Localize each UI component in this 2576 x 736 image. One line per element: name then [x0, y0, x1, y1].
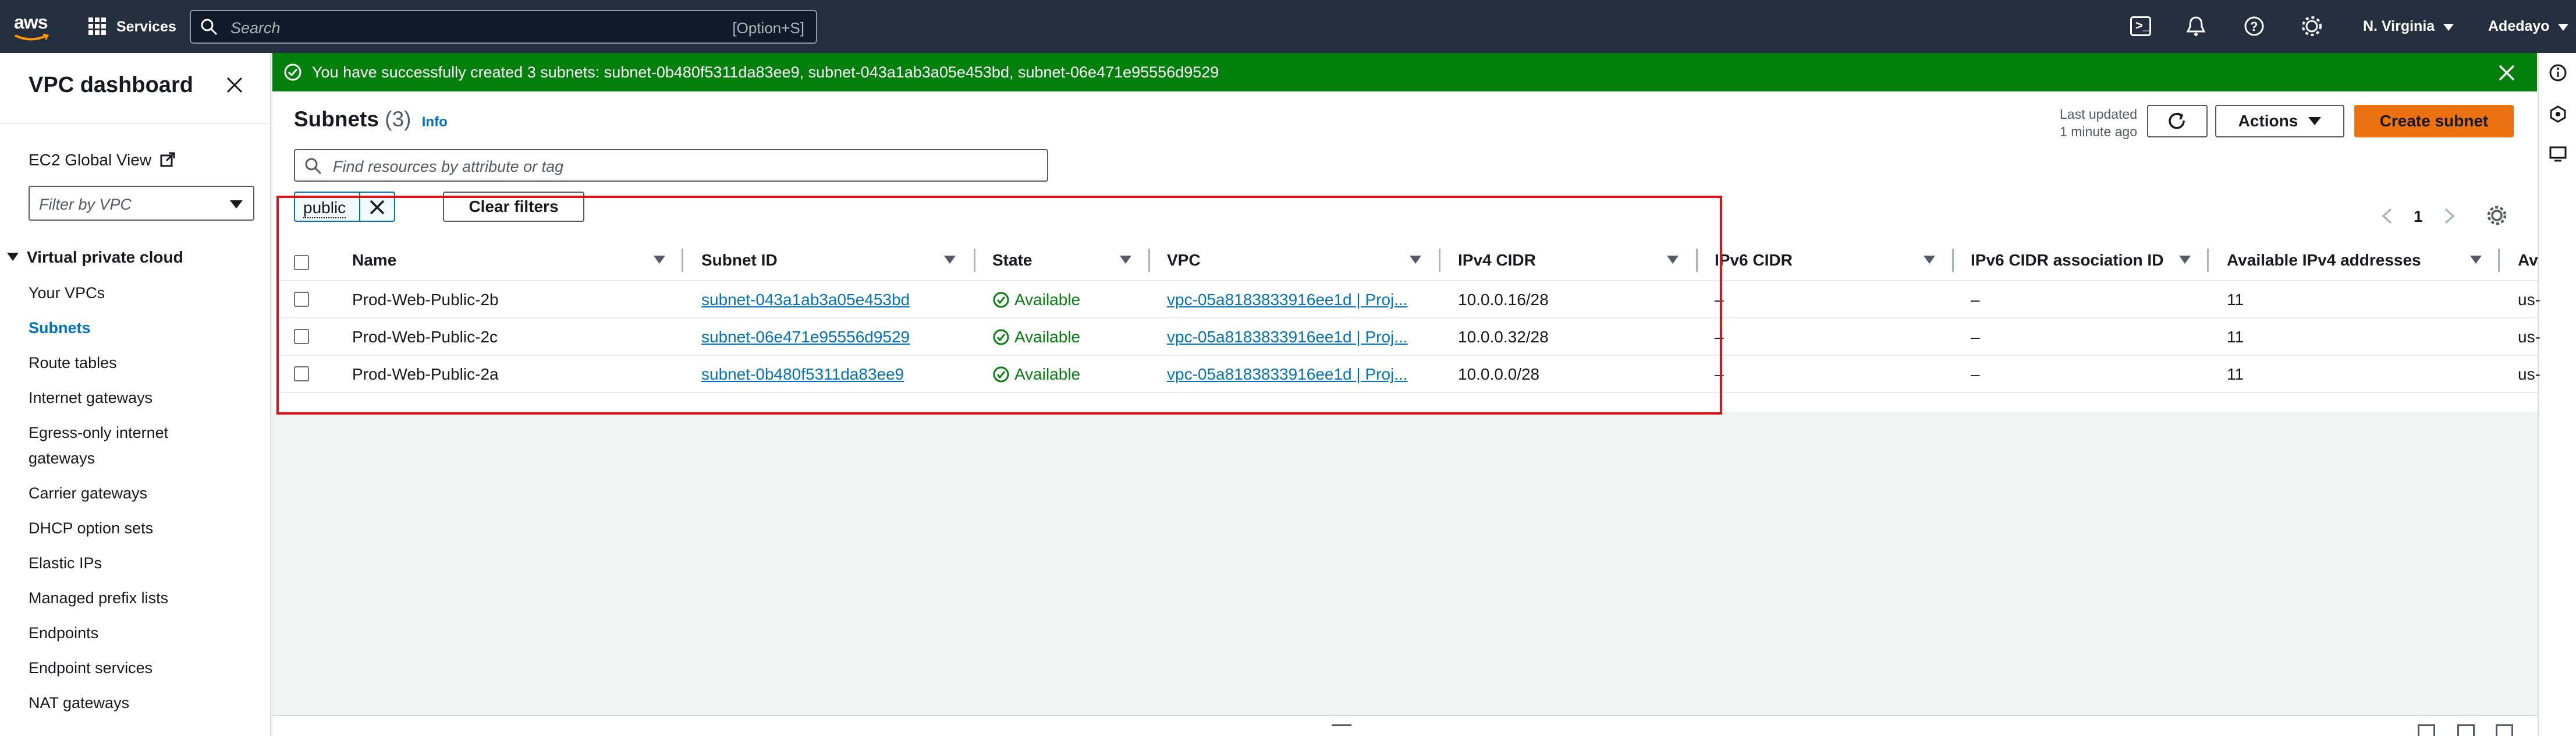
- last-updated-label: Last updated 1 minute ago: [2059, 107, 2137, 139]
- vpc-filter-select[interactable]: Filter by VPC: [29, 186, 254, 221]
- help-icon[interactable]: ?: [2244, 16, 2265, 37]
- sidebar-item-dhcp-option-sets[interactable]: DHCP option sets: [29, 519, 153, 537]
- highlight-annotation-box: [276, 196, 1722, 415]
- sidebar-title: VPC dashboard: [29, 73, 193, 97]
- close-sidebar-icon[interactable]: [226, 76, 243, 94]
- search-icon: [305, 158, 322, 175]
- caret-down-icon: [2308, 117, 2322, 125]
- cell-ipv6-assoc: –: [1971, 291, 1980, 309]
- sidebar-item-internet-gateways[interactable]: Internet gateways: [29, 389, 152, 407]
- refresh-icon: [2169, 112, 2185, 129]
- cell-available-ipv4: 11: [2227, 365, 2244, 383]
- sidebar-item-endpoints[interactable]: Endpoints: [29, 624, 98, 642]
- region-selector[interactable]: N. Virginia: [2363, 18, 2454, 35]
- sort-icon[interactable]: [2179, 256, 2191, 264]
- create-subnet-button[interactable]: Create subnet: [2354, 105, 2514, 137]
- ec2-global-view-link[interactable]: EC2 Global View: [29, 151, 176, 169]
- right-utility-rail: [2538, 53, 2576, 736]
- global-search-input[interactable]: Search [Option+S]: [190, 10, 817, 44]
- aws-logo[interactable]: aws: [12, 8, 52, 43]
- section-toggle-virtual-private-cloud[interactable]: Virtual private cloud: [7, 248, 183, 267]
- cell-ipv6-assoc: –: [1971, 365, 1980, 383]
- sidebar-item-your-vpcs[interactable]: Your VPCs: [29, 284, 105, 302]
- cloudshell-icon[interactable]: >_: [2130, 16, 2151, 36]
- column-header-ipv6-cidr-association-id[interactable]: IPv6 CIDR association ID: [1971, 251, 2163, 270]
- previous-page-icon[interactable]: [2380, 207, 2393, 225]
- cell-available-ipv4: 11: [2227, 291, 2244, 309]
- feedback-icon[interactable]: [2549, 105, 2567, 123]
- caret-expanded-icon: [7, 253, 19, 261]
- left-sidebar: VPC dashboard EC2 Global View Filter by …: [0, 53, 271, 736]
- search-icon: [201, 19, 218, 36]
- panel-position-icon[interactable]: [2418, 724, 2435, 736]
- caret-down-icon: [230, 200, 243, 208]
- services-menu-button[interactable]: Services: [87, 15, 176, 38]
- sidebar-item-subnets[interactable]: Subnets: [29, 319, 91, 337]
- sidebar-item-egress-only-internet-gateways[interactable]: Egress-only internet: [29, 424, 168, 442]
- cell-available-ipv4: 11: [2227, 328, 2244, 346]
- caret-down-icon: [2443, 24, 2454, 31]
- page-number[interactable]: 1: [2414, 207, 2423, 226]
- next-page-icon[interactable]: [2443, 207, 2456, 225]
- flash-message: You have successfully created 3 subnets:…: [312, 63, 1219, 81]
- account-menu[interactable]: Adedayo: [2488, 18, 2569, 35]
- column-header-availability-zone[interactable]: Av: [2518, 251, 2538, 270]
- column-header-ipv6-cidr[interactable]: IPv6 CIDR: [1715, 251, 1793, 270]
- sort-icon[interactable]: [1924, 256, 1935, 264]
- top-navigation-bar: aws Services Search [Option+S] >_ ? N. V…: [0, 0, 2576, 53]
- grid-icon: [88, 17, 106, 35]
- sidebar-item-route-tables[interactable]: Route tables: [29, 354, 117, 372]
- split-panel-handle-icon[interactable]: [1332, 724, 1351, 728]
- caret-down-icon: [2558, 24, 2569, 31]
- cell-availability-zone: us-: [2518, 365, 2540, 383]
- sidebar-item-managed-prefix-lists[interactable]: Managed prefix lists: [29, 589, 168, 607]
- external-link-icon: [160, 152, 175, 167]
- table-preferences-gear-icon[interactable]: [2486, 205, 2507, 226]
- success-check-icon: [284, 63, 301, 81]
- sidebar-item-nat-gateways[interactable]: NAT gateways: [29, 694, 129, 712]
- column-header-available-ipv4[interactable]: Available IPv4 addresses: [2227, 251, 2421, 270]
- sort-icon[interactable]: [2470, 256, 2482, 264]
- settings-gear-icon[interactable]: [2301, 16, 2322, 37]
- actions-dropdown-button[interactable]: Actions: [2215, 105, 2344, 137]
- sidebar-item-carrier-gateways[interactable]: Carrier gateways: [29, 484, 147, 503]
- cell-availability-zone: us-: [2518, 328, 2540, 346]
- cell-availability-zone: us-: [2518, 291, 2540, 309]
- info-link[interactable]: Info: [422, 114, 448, 130]
- cell-ipv6-assoc: –: [1971, 328, 1980, 346]
- resource-filter-input[interactable]: Find resources by attribute or tag: [294, 149, 1048, 182]
- panel-position-icon[interactable]: [2496, 724, 2513, 736]
- sidebar-item-egress-only-internet-gateways-line2[interactable]: gateways: [29, 450, 95, 468]
- bottom-split-panel: [272, 715, 2538, 736]
- aws-smile-icon: [15, 34, 49, 41]
- refresh-button[interactable]: [2147, 105, 2208, 137]
- info-panel-icon[interactable]: [2549, 63, 2567, 82]
- dismiss-flash-icon[interactable]: [2498, 64, 2515, 82]
- notifications-bell-icon[interactable]: [2185, 15, 2206, 37]
- page-title: Subnets (3) Info: [294, 107, 448, 131]
- tutorial-panel-icon[interactable]: [2549, 144, 2567, 163]
- success-flash-bar: You have successfully created 3 subnets:…: [272, 53, 2537, 91]
- panel-position-icon[interactable]: [2457, 724, 2475, 736]
- sidebar-item-elastic-ips[interactable]: Elastic IPs: [29, 554, 102, 572]
- svg-text:?: ?: [2250, 19, 2258, 34]
- sidebar-item-endpoint-services[interactable]: Endpoint services: [29, 659, 152, 677]
